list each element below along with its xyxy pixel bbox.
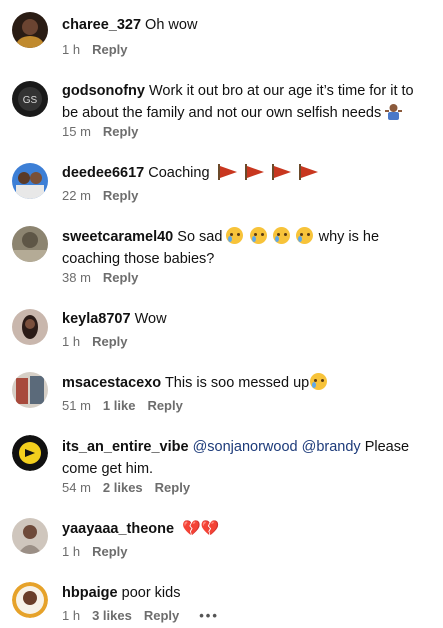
comment-time: 1 h — [62, 608, 81, 623]
crying-face-emoji — [226, 227, 244, 244]
crying-face-emoji — [272, 227, 290, 244]
avatar[interactable] — [12, 163, 48, 199]
avatar[interactable] — [12, 372, 48, 408]
triangular-flag-emoji — [244, 164, 264, 180]
avatar[interactable]: GS — [12, 81, 48, 117]
triangular-flag-emoji — [298, 164, 318, 180]
like-count[interactable]: 3 likes — [92, 608, 132, 623]
comment-text: Wow — [134, 311, 167, 327]
avatar[interactable] — [12, 226, 48, 262]
reply-button[interactable]: Reply — [92, 334, 127, 349]
comment-username[interactable]: charee_327 — [62, 17, 141, 33]
mention-link[interactable]: @sonjanorwood — [193, 439, 298, 455]
reply-button[interactable]: Reply — [92, 42, 127, 57]
avatar[interactable] — [12, 12, 48, 48]
comment-username[interactable]: hbpaige — [62, 585, 118, 601]
comment-time: 38 m — [62, 270, 91, 285]
like-count[interactable]: 2 likes — [103, 480, 143, 495]
crying-face-emoji — [249, 227, 267, 244]
avatar[interactable] — [12, 518, 48, 554]
comment-time: 54 m — [62, 480, 91, 495]
reply-button[interactable]: Reply — [103, 188, 138, 203]
crying-face-emoji — [310, 373, 328, 390]
svg-text:GS: GS — [23, 95, 38, 106]
profile-avatar-icon — [12, 372, 48, 408]
avatar[interactable] — [12, 309, 48, 345]
reply-button[interactable]: Reply — [92, 544, 127, 559]
crying-face-emoji — [295, 227, 313, 244]
broken-heart-emoji: 💔 — [200, 520, 220, 537]
profile-avatar-icon — [12, 163, 48, 199]
profile-avatar-icon — [12, 435, 48, 471]
comment-time: 1 h — [62, 42, 81, 57]
reply-button[interactable]: Reply — [147, 398, 182, 413]
comment-time: 51 m — [62, 398, 91, 413]
comment-text: So sad — [177, 229, 223, 245]
comment-time: 1 h — [62, 334, 81, 349]
mention-link[interactable]: @brandy — [302, 439, 361, 455]
avatar[interactable] — [12, 435, 48, 471]
comment-username[interactable]: yaayaaa_theone — [62, 521, 174, 537]
comment-text: Coaching — [148, 165, 210, 181]
comment-username[interactable]: deedee6617 — [62, 165, 144, 181]
like-count[interactable]: 1 like — [103, 398, 136, 413]
more-options-icon[interactable]: ••• — [199, 608, 219, 623]
reply-button[interactable]: Reply — [155, 480, 190, 495]
person-shrugging-emoji — [385, 103, 403, 127]
comment-text: Oh wow — [145, 17, 198, 33]
comment-username[interactable]: its_an_entire_vibe — [62, 439, 189, 455]
profile-avatar-icon — [12, 309, 48, 345]
comment-time: 15 m — [62, 124, 91, 139]
triangular-flag-emoji — [217, 164, 237, 180]
reply-button[interactable]: Reply — [103, 124, 138, 139]
comment-username[interactable]: sweetcaramel40 — [62, 229, 173, 245]
comment-username[interactable]: msacestacexo — [62, 375, 161, 391]
profile-avatar-icon: GS — [12, 81, 48, 117]
profile-avatar-icon — [12, 582, 48, 618]
triangular-flag-emoji — [271, 164, 291, 180]
avatar[interactable] — [12, 582, 48, 618]
profile-avatar-icon — [12, 12, 48, 48]
comment-text: poor kids — [121, 585, 181, 601]
comment-username[interactable]: keyla8707 — [62, 311, 131, 327]
comment-time: 22 m — [62, 188, 91, 203]
broken-heart-emoji: 💔 — [182, 520, 201, 537]
comment-username[interactable]: godsonofny — [62, 83, 145, 99]
profile-avatar-icon — [12, 518, 48, 554]
comment-time: 1 h — [62, 544, 81, 559]
reply-button[interactable]: Reply — [144, 608, 179, 623]
profile-avatar-icon — [12, 226, 48, 262]
comment-text: This is soo messed up — [164, 375, 310, 391]
reply-button[interactable]: Reply — [103, 270, 138, 285]
